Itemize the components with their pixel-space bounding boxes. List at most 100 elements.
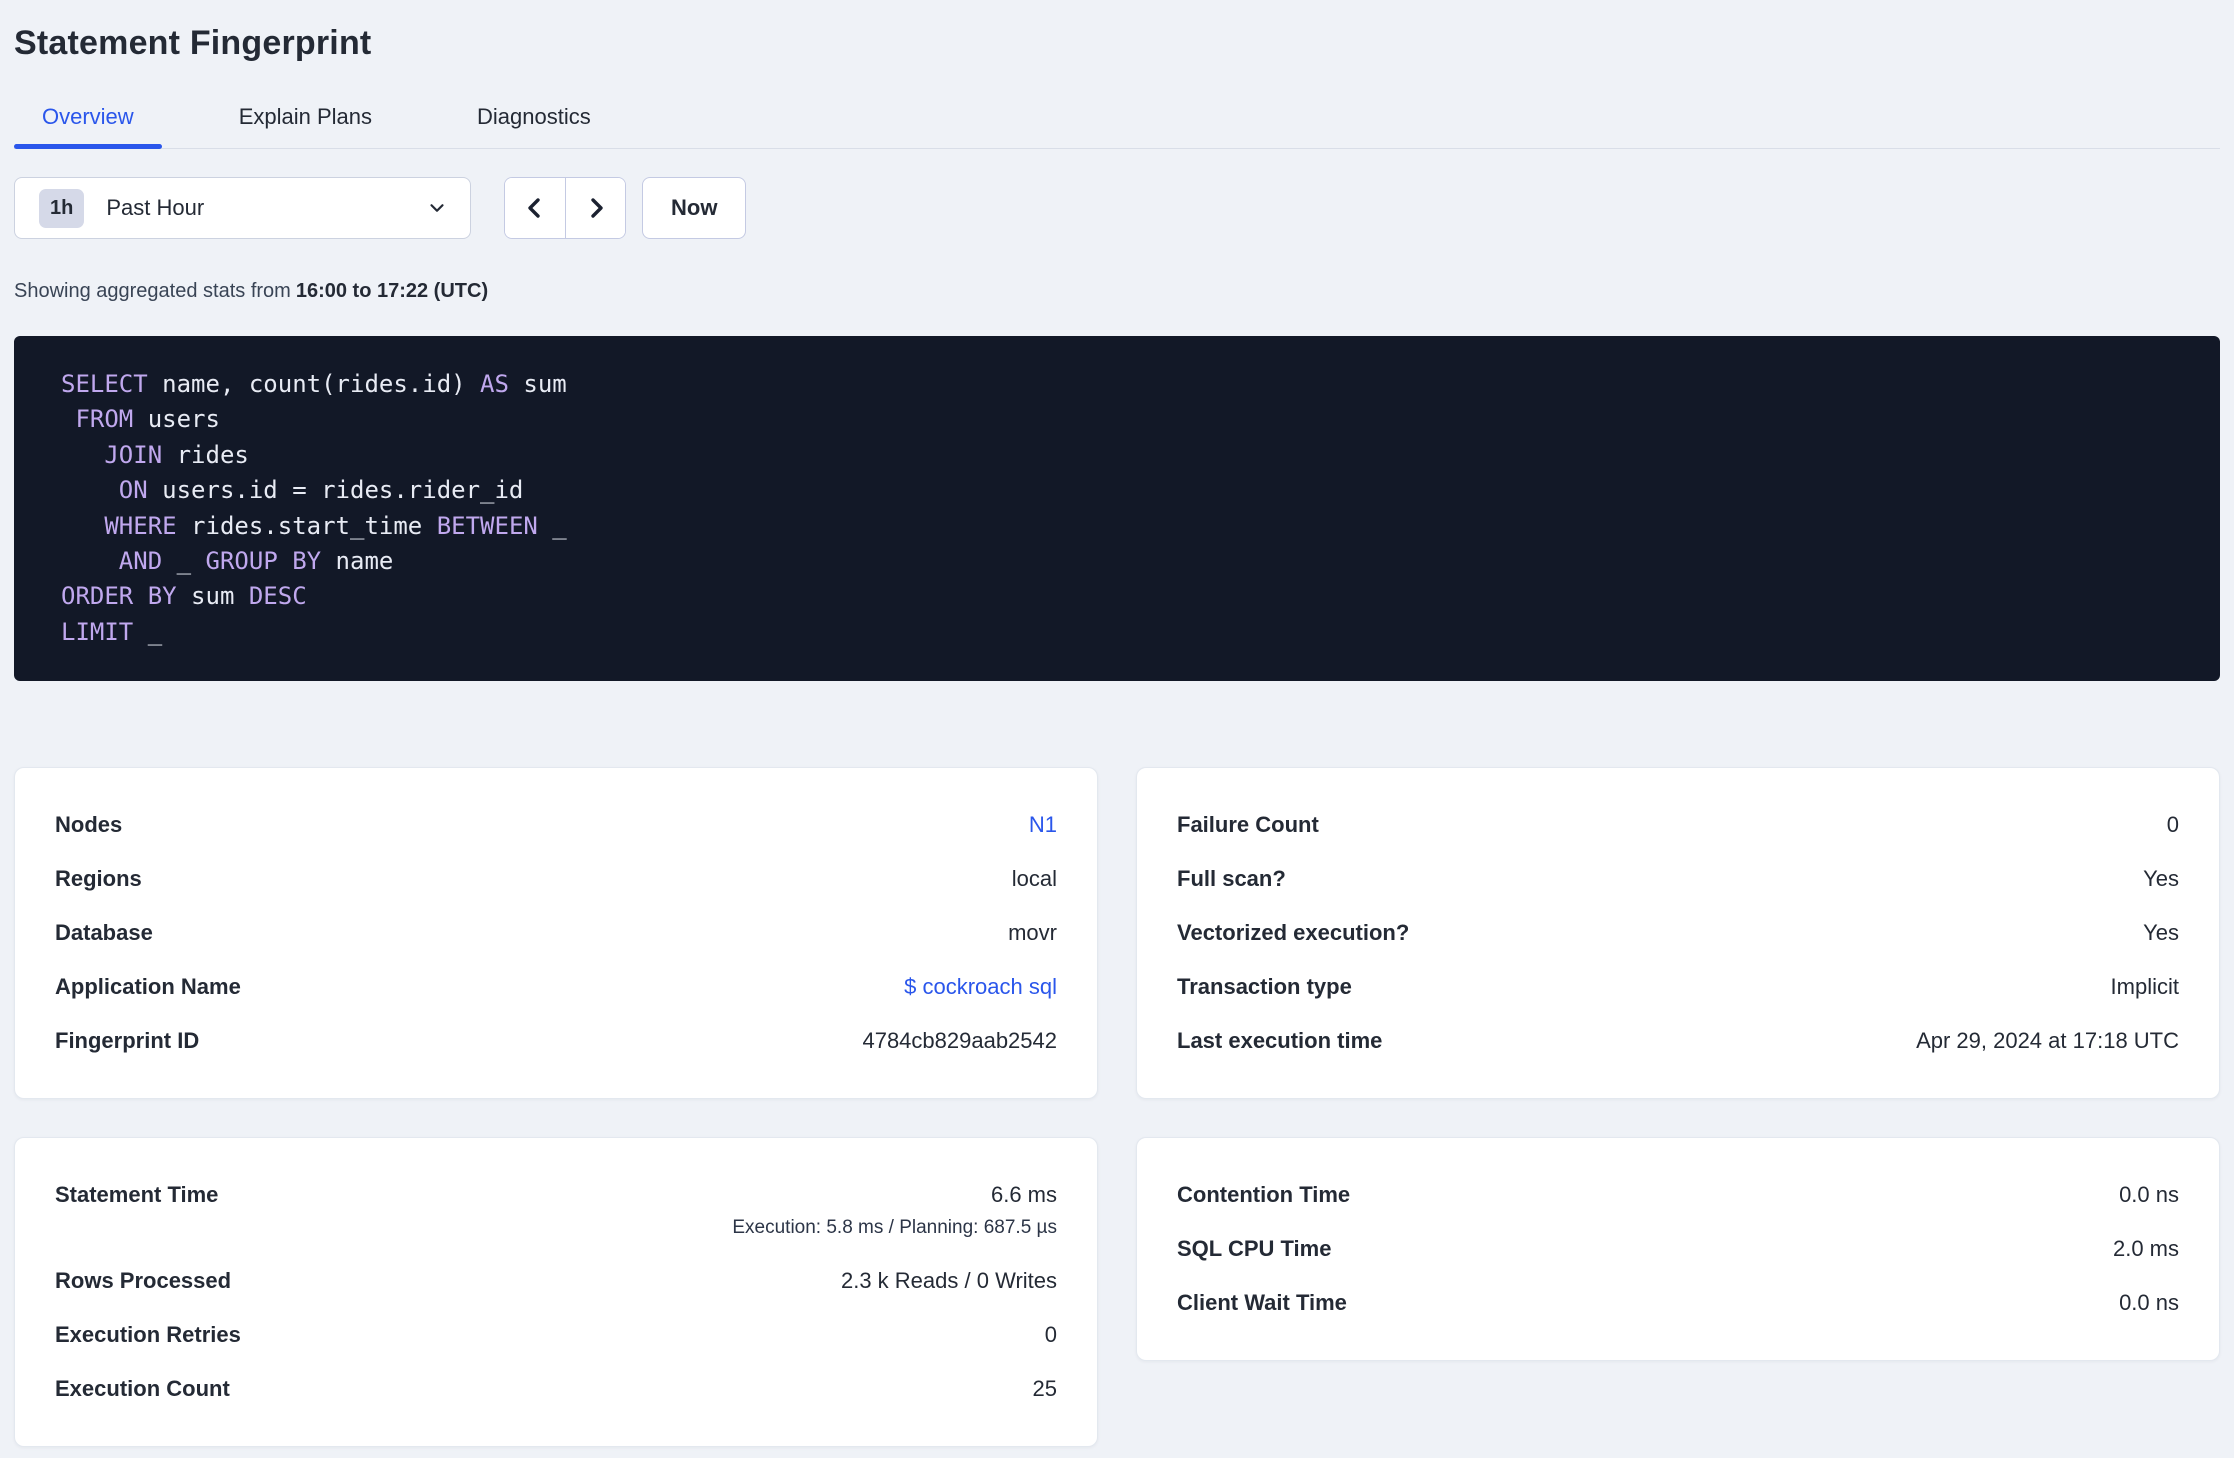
- stat-value-wrap-vectorized-execution: Yes: [2143, 921, 2179, 945]
- sql-text: users.id = rides.rider_id: [147, 476, 524, 505]
- next-time-button[interactable]: [565, 178, 625, 238]
- sql-keyword: FROM: [75, 405, 134, 434]
- page-title: Statement Fingerprint: [14, 24, 372, 62]
- sql-line: AND _ GROUP BY name: [61, 544, 2173, 579]
- previous-time-button[interactable]: [505, 178, 565, 238]
- stat-row-database: Database movr: [55, 906, 1057, 960]
- sql-keyword: JOIN: [104, 440, 163, 469]
- time-range-select[interactable]: 1h Past Hour: [14, 177, 471, 239]
- sql-keyword: AND: [118, 547, 163, 576]
- tab-explain-plans[interactable]: Explain Plans: [211, 106, 400, 148]
- stat-row-vectorized-execution: Vectorized execution? Yes: [1177, 906, 2179, 960]
- time-toolbar: 1h Past Hour Now: [14, 177, 2220, 239]
- sql-text: name: [321, 547, 394, 576]
- sql-statement-box: SELECT name, count(rides.id) AS sum FROM…: [14, 336, 2220, 682]
- stat-row-rows-processed: Rows Processed 2.3 k Reads / 0 Writes: [55, 1254, 1057, 1308]
- now-button[interactable]: Now: [642, 177, 747, 239]
- aggregation-note-range: 16:00 to 17:22 (UTC): [295, 280, 489, 302]
- stat-label-application-name: Application Name: [55, 974, 241, 1000]
- stat-row-regions: Regions local: [55, 852, 1057, 906]
- stat-subvalue-statement-time: Execution: 5.8 ms / Planning: 687.5 µs: [732, 1217, 1057, 1239]
- sql-keyword: AS: [480, 370, 509, 398]
- stat-row-application-name: Application Name $ cockroach sql: [55, 960, 1057, 1014]
- sql-keyword: SELECT: [61, 370, 148, 398]
- stat-row-sql-cpu-time: SQL CPU Time 2.0 ms: [1177, 1222, 2179, 1276]
- stat-value-wrap-application-name: $ cockroach sql: [904, 974, 1057, 999]
- sql-keyword: LIMIT: [61, 617, 134, 646]
- statement-fingerprint-page: Statement Fingerprint Overview Explain Pl…: [0, 0, 2234, 1458]
- stat-label-failure-count: Failure Count: [1177, 812, 1319, 838]
- chevron-left-icon: [528, 198, 540, 218]
- chevron-down-icon: [430, 204, 444, 212]
- stat-value-statement-time: 6.6 ms: [990, 1182, 1057, 1208]
- aggregation-note: Showing aggregated stats from 16:00 to 17…: [14, 281, 2220, 301]
- sql-text: sum: [176, 582, 249, 611]
- stat-value-wrap-regions: local: [1011, 865, 1057, 891]
- stat-row-full-scan: Full scan? Yes: [1177, 852, 2179, 906]
- chevron-right-icon: [590, 198, 603, 218]
- stat-value-execution-retries: 0: [1044, 1321, 1057, 1347]
- stat-row-statement-time: Statement Time 6.6 ms Execution: 5.8 ms / …: [55, 1168, 1057, 1254]
- stat-label-execution-retries: Execution Retries: [55, 1322, 241, 1348]
- nodes-link[interactable]: N1: [1029, 812, 1057, 837]
- stat-row-client-wait-time: Client Wait Time 0.0 ns: [1177, 1276, 2179, 1330]
- stat-label-fingerprint-id: Fingerprint ID: [55, 1028, 200, 1054]
- stat-label-statement-time: Statement Time: [55, 1182, 219, 1208]
- statement-details-card: Nodes N1 Regions local Database movr Applicati…: [14, 767, 1098, 1100]
- stat-value-wrap-full-scan: Yes: [2143, 867, 2179, 891]
- stat-value-regions: local: [1011, 865, 1057, 891]
- stat-label-full-scan: Full scan?: [1177, 866, 1286, 892]
- sql-line: FROM users: [61, 402, 2173, 437]
- sql-line: SELECT name, count(rides.id) AS sum: [61, 367, 2173, 402]
- stat-row-nodes: Nodes N1: [55, 798, 1057, 852]
- stat-value-wrap-client-wait-time: 0.0 ns: [2119, 1291, 2179, 1315]
- execution-attributes-card: Failure Count 0 Full scan? Yes Vectorized ex…: [1136, 767, 2220, 1100]
- sql-keyword: DESC: [248, 582, 307, 611]
- stat-value-sql-cpu-time: 2.0 ms: [2112, 1235, 2179, 1261]
- stat-row-transaction-type: Transaction type Implicit: [1177, 960, 2179, 1014]
- sql-keyword: ON: [118, 476, 148, 505]
- stat-value-wrap-rows-processed: 2.3 k Reads / 0 Writes: [841, 1269, 1057, 1293]
- stat-value-wrap-contention-time: 0.0 ns: [2119, 1183, 2179, 1207]
- sql-text: rides.start_time: [176, 511, 437, 540]
- stat-label-vectorized-execution: Vectorized execution?: [1177, 920, 1410, 946]
- stat-row-failure-count: Failure Count 0: [1177, 798, 2179, 852]
- stat-row-execution-retries: Execution Retries 0: [55, 1308, 1057, 1362]
- stat-label-contention-time: Contention Time: [1177, 1182, 1351, 1208]
- tab-overview[interactable]: Overview: [14, 106, 162, 149]
- stat-value-wrap-execution-retries: 0: [1044, 1321, 1057, 1347]
- sql-line: JOIN rides: [61, 438, 2173, 473]
- tabs: Overview Explain Plans Diagnostics: [14, 106, 2220, 149]
- wait-times-card: Contention Time 0.0 ns SQL CPU Time 2.0 ms C…: [1136, 1137, 2220, 1362]
- stat-value-last-execution-time: Apr 29, 2024 at 17:18 UTC: [1916, 1027, 2179, 1053]
- sql-line: WHERE rides.start_time BETWEEN _: [61, 509, 2173, 544]
- stat-label-transaction-type: Transaction type: [1177, 974, 1352, 1000]
- stat-label-execution-count: Execution Count: [55, 1376, 230, 1402]
- sql-keyword: BETWEEN: [436, 511, 538, 540]
- stat-row-fingerprint-id: Fingerprint ID 4784cb829aab2542: [55, 1014, 1057, 1068]
- stat-value-fingerprint-id: 4784cb829aab2542: [862, 1027, 1057, 1053]
- stat-value-wrap-database: movr: [1008, 921, 1057, 945]
- sql-text: users: [133, 405, 220, 434]
- sql-line: LIMIT _: [61, 615, 2173, 650]
- stat-value-transaction-type: Implicit: [2110, 973, 2179, 999]
- statement-times-card: Statement Time 6.6 ms Execution: 5.8 ms / …: [14, 1137, 1098, 1448]
- stat-label-sql-cpu-time: SQL CPU Time: [1177, 1236, 1332, 1262]
- stat-value-wrap-last-execution-time: Apr 29, 2024 at 17:18 UTC: [1916, 1027, 2179, 1053]
- stat-value-wrap-transaction-type: Implicit: [2110, 973, 2179, 999]
- application-name-link[interactable]: $ cockroach sql: [904, 974, 1057, 999]
- stat-label-regions: Regions: [55, 866, 142, 892]
- stat-value-wrap-statement-time: 6.6 ms Execution: 5.8 ms / Planning: 687.…: [732, 1184, 1057, 1239]
- sql-line: ORDER BY sum DESC: [61, 579, 2173, 614]
- stat-row-contention-time: Contention Time 0.0 ns: [1177, 1168, 2179, 1222]
- sql-text: sum: [508, 370, 567, 398]
- stat-value-wrap-sql-cpu-time: 2.0 ms: [2112, 1235, 2179, 1261]
- tab-diagnostics[interactable]: Diagnostics: [449, 106, 619, 148]
- stat-value-wrap-failure-count: 0: [2167, 813, 2179, 837]
- stat-label-nodes: Nodes: [55, 812, 123, 838]
